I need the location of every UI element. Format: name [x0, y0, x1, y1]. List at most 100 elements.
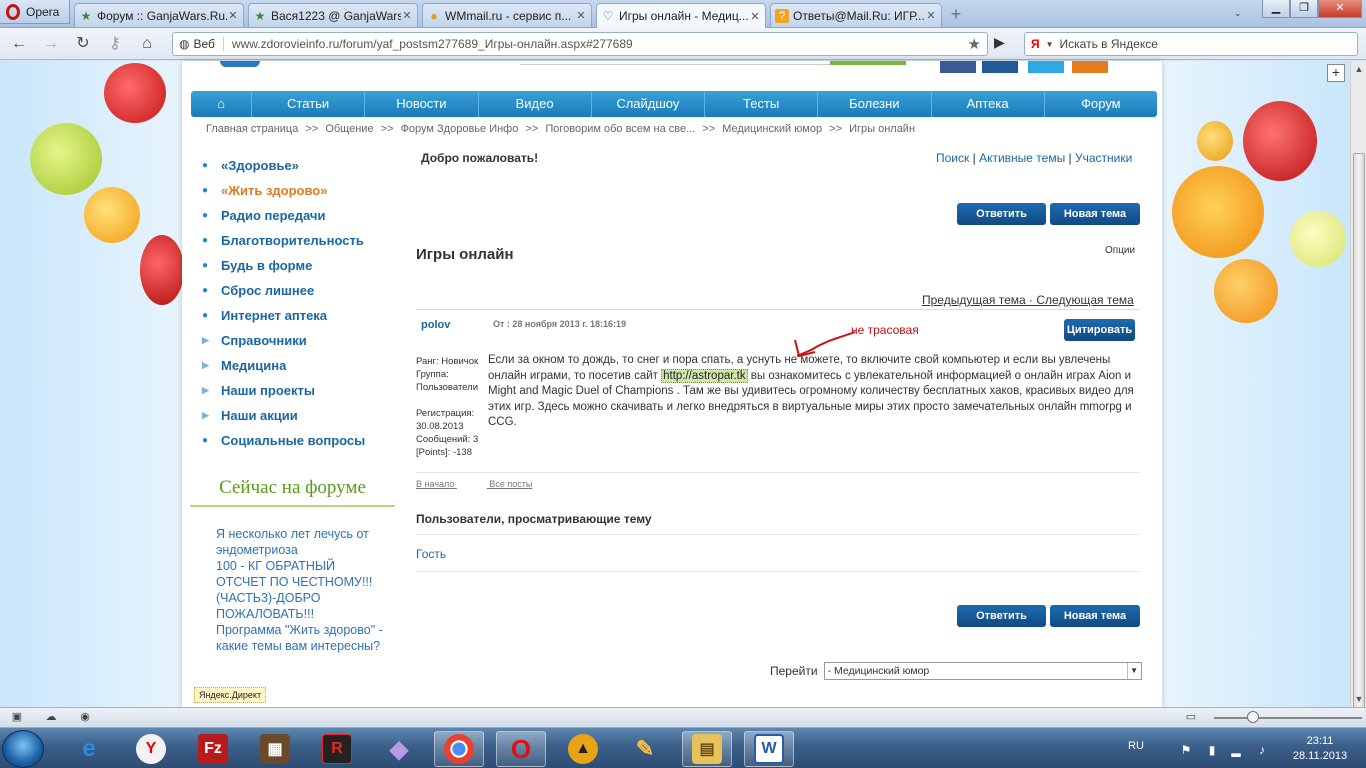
menu-forum[interactable]: Форум [1043, 91, 1157, 117]
close-icon[interactable]: ✕ [925, 9, 937, 22]
speed-dial-icon[interactable]: ◉ [78, 711, 92, 724]
taskbar-r[interactable]: R [312, 731, 362, 767]
taskbar-opera[interactable]: O [496, 731, 546, 767]
members-link[interactable]: Участники [1075, 151, 1132, 165]
close-icon[interactable]: ✕ [575, 9, 587, 22]
close-icon[interactable]: ✕ [401, 9, 413, 22]
tab-list-icon[interactable]: ⌄ [1234, 8, 1242, 19]
cloud-icon[interactable]: ☁ [44, 711, 58, 724]
panel-toggle-icon[interactable]: ▣ [10, 711, 24, 724]
opera-menu-button[interactable]: Opera [0, 0, 70, 24]
new-topic-button-bottom[interactable]: Новая тема [1050, 605, 1140, 627]
menu-news[interactable]: Новости [364, 91, 477, 117]
address-bar[interactable]: ◍ Веб www.zdorovieinfo.ru/forum/yaf_posts… [172, 32, 988, 56]
taskbar-word[interactable]: W [744, 731, 794, 767]
scroll-up-icon[interactable]: ▲ [1351, 61, 1366, 77]
key-icon[interactable]: ⚷ [104, 34, 126, 54]
all-posts-link[interactable]: Все посты [489, 479, 532, 489]
battery-icon[interactable]: ▮ [1206, 743, 1218, 757]
home-icon[interactable]: ⌂ [136, 34, 158, 54]
breadcrumb-medical-humor[interactable]: Медицинский юмор [722, 123, 822, 135]
taskbar-explorer[interactable]: ▤ [682, 731, 732, 767]
left-nav-item[interactable]: ▶ Медицина [202, 353, 402, 378]
left-nav-item[interactable]: ▶ Справочники [202, 328, 402, 353]
taskbar-ie[interactable]: e [64, 731, 114, 767]
start-button[interactable] [2, 730, 44, 768]
reload-icon[interactable]: ↻ [72, 34, 94, 54]
forum-topic-link[interactable]: Программа "Жить здорово" - какие темы ва… [216, 622, 386, 654]
menu-diseases[interactable]: Болезни [817, 91, 930, 117]
zoom-slider-handle[interactable] [1247, 711, 1259, 723]
expand-panel-button[interactable]: + [1327, 64, 1345, 82]
close-window-button[interactable]: ✕ [1318, 0, 1362, 18]
taskbar-aimp[interactable]: ▲ [558, 731, 608, 767]
to-top-link[interactable]: В начало [416, 479, 454, 489]
facebook-icon[interactable] [940, 61, 976, 73]
site-search-input[interactable] [520, 61, 830, 65]
scroll-thumb[interactable] [1353, 153, 1365, 743]
dropdown-arrow-icon[interactable]: ▼ [1126, 663, 1141, 679]
network-icon[interactable]: ▂ [1230, 743, 1242, 757]
close-icon[interactable]: ✕ [749, 10, 761, 23]
viewer-guest[interactable]: Гость [416, 547, 446, 561]
breadcrumb-talk[interactable]: Поговорим обо всем на све... [545, 123, 695, 135]
left-nav-item[interactable]: ● Будь в форме [202, 253, 402, 278]
scroll-down-icon[interactable]: ▼ [1351, 691, 1366, 707]
post-author[interactable]: polov [421, 319, 450, 331]
forum-topic-link[interactable]: 100 - КГ ОБРАТНЫЙ ОТСЧЕТ ПО ЧЕСТНОМУ!!! … [216, 558, 386, 622]
minimize-button[interactable]: ▁ [1262, 0, 1290, 18]
zoom-slider[interactable] [1214, 717, 1362, 719]
site-search-button[interactable] [830, 61, 906, 65]
left-nav-item[interactable]: ● «Здоровье» [202, 153, 402, 178]
breadcrumb-home[interactable]: Главная страница [206, 123, 298, 135]
reply-button[interactable]: Ответить [957, 203, 1046, 225]
goto-select[interactable]: - Медицинский юмор ▼ [823, 662, 1142, 680]
close-icon[interactable]: ✕ [227, 9, 239, 22]
menu-tests[interactable]: Тесты [704, 91, 817, 117]
tab-games-online[interactable]: ♡ Игры онлайн - Медиц... ✕ [596, 3, 766, 28]
taskbar-film[interactable]: ▦ [250, 731, 300, 767]
taskbar-filezilla[interactable]: Fz [188, 731, 238, 767]
left-nav-item[interactable]: ● Интернет аптека [202, 303, 402, 328]
go-arrow-icon[interactable]: ▶ [994, 34, 1005, 51]
tab-wmmail[interactable]: ● WMmail.ru - сервис п... ✕ [422, 3, 592, 27]
tab-ganjawars-forum[interactable]: ★ Форум :: GanjaWars.Ru... ✕ [74, 3, 244, 27]
forum-topic-link[interactable]: Я несколько лет лечусь от эндометриоза [216, 526, 386, 558]
maximize-button[interactable]: ❐ [1290, 0, 1318, 18]
taskbar-yandex[interactable]: Y [126, 731, 176, 767]
active-topics-link[interactable]: Активные темы [979, 151, 1065, 165]
next-topic-link[interactable]: Следующая тема [1036, 293, 1133, 307]
twitter-icon[interactable] [1028, 61, 1064, 73]
dropdown-arrow-icon[interactable]: ▼ [1046, 40, 1054, 49]
left-nav-item[interactable]: ● Социальные вопросы [202, 428, 402, 453]
left-nav-item[interactable]: ● Благотворительность [202, 228, 402, 253]
tab-mail-answers[interactable]: ? Ответы@Mail.Ru: ИГР... ✕ [770, 3, 942, 27]
flag-icon[interactable]: ⚑ [1180, 743, 1192, 757]
url-text[interactable]: www.zdorovieinfo.ru/forum/yaf_postsm2776… [232, 37, 968, 51]
post-link[interactable]: http://astropar.tk [661, 368, 748, 383]
clock[interactable]: 23:11 28.11.2013 [1290, 734, 1350, 764]
left-nav-item[interactable]: ● «Жить здорово» [202, 178, 402, 203]
left-nav-item[interactable]: ▶ Наши акции [202, 403, 402, 428]
new-topic-button[interactable]: Новая тема [1050, 203, 1140, 225]
taskbar-visual-studio[interactable]: ◆ [374, 731, 424, 767]
forward-icon[interactable]: → [40, 34, 62, 54]
left-nav-item[interactable]: ● Радио передачи [202, 203, 402, 228]
search-link[interactable]: Поиск [936, 151, 969, 165]
vertical-scrollbar[interactable]: ▲ ▼ [1350, 61, 1366, 743]
menu-articles[interactable]: Статьи [251, 91, 364, 117]
new-tab-button[interactable]: + [946, 5, 966, 25]
search-field[interactable]: Я ▼ Искать в Яндексе [1024, 32, 1358, 56]
web-badge[interactable]: ◍ Веб [179, 37, 224, 51]
view-icon[interactable]: ▭ [1184, 711, 1198, 724]
vkontakte-icon[interactable] [982, 61, 1018, 73]
volume-icon[interactable]: ♪ [1256, 743, 1268, 757]
taskbar-paint[interactable]: ✎ [620, 731, 670, 767]
back-icon[interactable]: ← [8, 34, 30, 54]
odnoklassniki-icon[interactable] [1072, 61, 1108, 73]
menu-video[interactable]: Видео [477, 91, 591, 117]
prev-topic-link[interactable]: Предыдущая тема [922, 293, 1026, 307]
menu-pharmacy[interactable]: Аптека [930, 91, 1044, 117]
yandex-direct-badge[interactable]: Яндекс.Директ [194, 687, 267, 703]
menu-home[interactable]: ⌂ [191, 91, 251, 117]
